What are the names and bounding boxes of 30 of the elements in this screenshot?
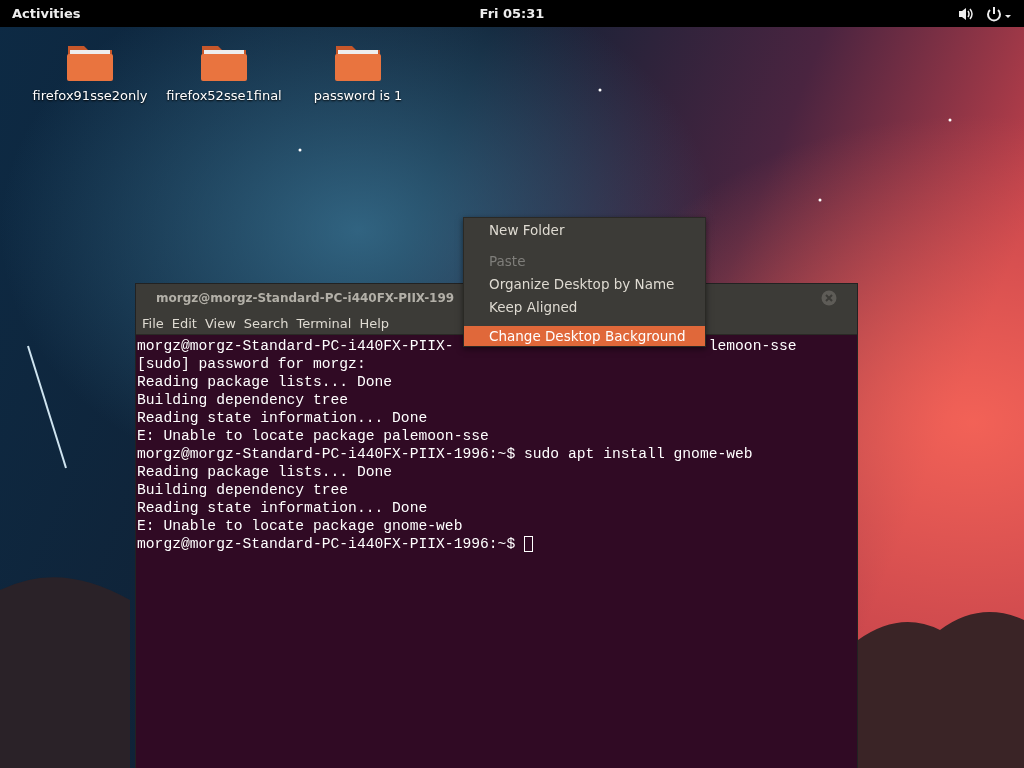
menu-item[interactable]: Edit (167, 315, 201, 331)
folder-label[interactable]: password is 1 (313, 88, 403, 103)
window-title: morgz@morgz-Standard-PC-i440FX-PIIX-199 (156, 291, 455, 305)
volume-icon[interactable] (958, 6, 974, 21)
terminal-line: E: Unable to locate package gnome-web (137, 517, 463, 535)
folder-label[interactable]: firefox91sse2only (32, 88, 148, 103)
menu-item[interactable]: File (138, 315, 168, 331)
activities-button[interactable]: Activities (12, 6, 81, 21)
power-icon[interactable] (986, 5, 1012, 22)
context-menu-item[interactable]: Keep Aligned (464, 295, 705, 318)
terminal-line: Reading state information... Done (137, 409, 428, 427)
terminal-line: lemoon-sse (708, 337, 797, 355)
clock[interactable]: Fri 05:31 (479, 6, 545, 21)
terminal-line: [sudo] password for morgz: (137, 355, 366, 373)
terminal-line: Building dependency tree (137, 391, 349, 409)
terminal-line: morgz@morgz-Standard-PC-i440FX-PIIX-1996:~$ sudo apt install gnome-web (137, 445, 753, 463)
context-menu-item[interactable]: Organize Desktop by Name (464, 272, 705, 295)
menu-item[interactable]: View (200, 315, 240, 331)
folder-label[interactable]: firefox52sse1final (166, 88, 282, 103)
terminal-line: Reading package lists... Done (137, 373, 393, 391)
terminal-line: E: Unable to locate package palemoon-sse (137, 427, 489, 445)
terminal-line: morgz@morgz-Standard-PC-i440FX-PIIX-1996:~$ (137, 535, 517, 553)
menu-item[interactable]: Help (355, 315, 394, 331)
terminal-line: Reading package lists... Done (137, 463, 393, 481)
menu-item[interactable]: Terminal (292, 315, 356, 331)
terminal-line: morgz@morgz-Standard-PC-i440FX-PIIX- (137, 337, 454, 355)
context-menu-item[interactable]: New Folder (464, 218, 705, 241)
terminal-line: Reading state information... Done (137, 499, 428, 517)
terminal-line: Building dependency tree (137, 481, 349, 499)
menu-item[interactable]: Search (239, 315, 293, 331)
